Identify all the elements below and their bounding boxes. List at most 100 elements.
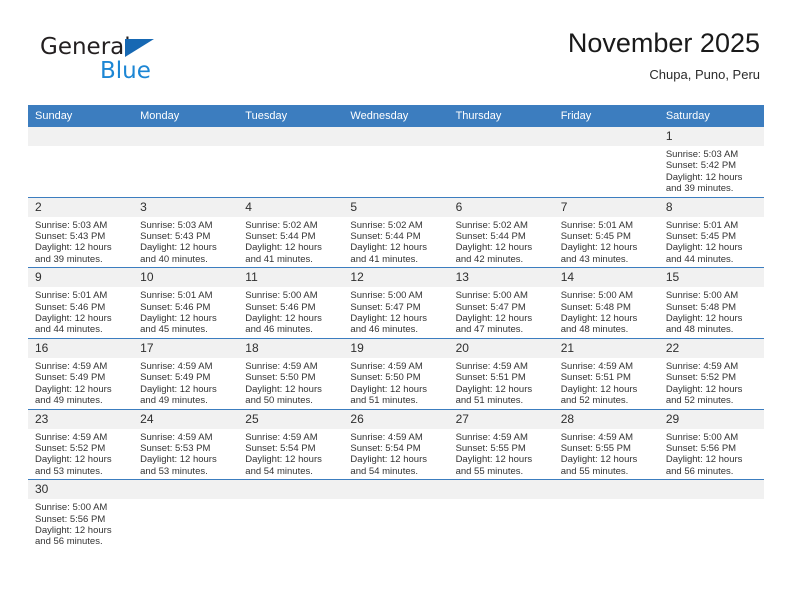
sunrise-text: Sunrise: 4:59 AM xyxy=(560,431,634,443)
calendar-cell-empty xyxy=(133,479,239,550)
calendar-day-cell[interactable]: 3 Sunrise: 5:03 AM Sunset: 5:43 PM Daylight… xyxy=(133,196,239,268)
calendar-day-cell[interactable]: 24 Sunrise: 4:59 AM Sunset: 5:53 PM Dayligh… xyxy=(133,408,239,480)
calendar-week-row: 23 Sunrise: 4:59 AM Sunset: 5:52 PM Dayligh… xyxy=(28,408,764,480)
calendar-day-cell[interactable]: 5 Sunrise: 5:02 AM Sunset: 5:44 PM Daylight… xyxy=(343,196,449,268)
day-number: 29 xyxy=(658,409,764,429)
calendar-day-cell[interactable]: 9 Sunrise: 5:01 AM Sunset: 5:46 PM Daylight… xyxy=(28,267,134,339)
brand-name-general: General xyxy=(40,34,131,60)
calendar-day-cell[interactable]: 1 Sunrise: 5:03 AM Sunset: 5:42 PM Daylight… xyxy=(658,127,764,198)
sunrise-text: Sunrise: 4:59 AM xyxy=(455,360,528,372)
day-details: Sunrise: 4:59 AM Sunset: 5:49 PM Daylight:… xyxy=(28,358,133,409)
sunset-text: Sunset: 5:47 PM xyxy=(350,301,421,313)
calendar-day-cell[interactable]: 4 Sunrise: 5:02 AM Sunset: 5:44 PM Daylight… xyxy=(238,196,344,268)
calendar-day-cell[interactable]: 6 Sunrise: 5:02 AM Sunset: 5:44 PM Daylight… xyxy=(448,196,554,268)
calendar-day-cell[interactable]: 10 Sunrise: 5:01 AM Sunset: 5:46 PM Dayligh… xyxy=(133,267,239,339)
daylight-text: Daylight: 12 hours and 55 minutes. xyxy=(455,454,533,477)
day-details: Sunrise: 4:59 AM Sunset: 5:51 PM Daylight:… xyxy=(554,358,659,409)
calendar-cell-empty xyxy=(133,127,239,198)
calendar-day-cell[interactable]: 27 Sunrise: 4:59 AM Sunset: 5:55 PM Dayligh… xyxy=(448,408,554,480)
calendar-day-cell[interactable]: 14 Sunrise: 5:00 AM Sunset: 5:48 PM Dayligh… xyxy=(553,267,659,339)
calendar-day-cell[interactable]: 8 Sunrise: 5:01 AM Sunset: 5:45 PM Daylight… xyxy=(658,196,764,268)
sunrise-text: Sunrise: 5:00 AM xyxy=(350,290,423,302)
calendar-cell-empty xyxy=(448,127,554,198)
calendar-day-cell[interactable]: 22 Sunrise: 4:59 AM Sunset: 5:52 PM Dayligh… xyxy=(658,337,764,409)
day-details: Sunrise: 5:03 AM Sunset: 5:43 PM Daylight:… xyxy=(28,217,133,268)
day-number: 18 xyxy=(238,338,344,358)
day-number: 22 xyxy=(658,338,764,358)
brand-logo[interactable]: General Blue xyxy=(40,34,260,96)
day-details: Sunrise: 5:03 AM Sunset: 5:42 PM Daylight:… xyxy=(659,146,764,197)
daylight-text: Daylight: 12 hours and 49 minutes. xyxy=(140,383,217,407)
sunrise-text: Sunrise: 4:59 AM xyxy=(560,360,634,372)
sunset-text: Sunset: 5:44 PM xyxy=(350,231,421,243)
sunrise-text: Sunrise: 5:01 AM xyxy=(560,219,634,231)
sunrise-text: Sunrise: 5:01 AM xyxy=(140,290,213,302)
day-details: Sunrise: 5:02 AM Sunset: 5:44 PM Daylight:… xyxy=(238,217,343,268)
brand-name-blue: Blue xyxy=(100,58,151,84)
calendar-cell-empty xyxy=(238,127,344,198)
daylight-text: Daylight: 12 hours and 51 minutes. xyxy=(350,383,427,407)
calendar-day-cell[interactable]: 26 Sunrise: 4:59 AM Sunset: 5:54 PM Dayligh… xyxy=(343,408,449,480)
calendar-week-row: 30 Sunrise: 5:00 AM Sunset: 5:56 PM Dayligh… xyxy=(28,479,764,550)
day-details: Sunrise: 5:02 AM Sunset: 5:44 PM Daylight:… xyxy=(343,217,448,268)
calendar-day-cell[interactable]: 23 Sunrise: 4:59 AM Sunset: 5:52 PM Dayligh… xyxy=(28,408,134,480)
day-details: Sunrise: 5:00 AM Sunset: 5:46 PM Daylight:… xyxy=(238,287,343,338)
calendar-day-cell[interactable]: 7 Sunrise: 5:01 AM Sunset: 5:45 PM Daylight… xyxy=(553,196,659,268)
weekday-header-wednesday: Wednesday xyxy=(343,105,449,127)
day-number xyxy=(448,480,554,500)
calendar-day-cell[interactable]: 17 Sunrise: 4:59 AM Sunset: 5:49 PM Dayligh… xyxy=(133,337,239,409)
day-details: Sunrise: 4:59 AM Sunset: 5:54 PM Daylight:… xyxy=(343,429,448,480)
daylight-text: Daylight: 12 hours and 56 minutes. xyxy=(35,524,112,548)
sunset-text: Sunset: 5:48 PM xyxy=(665,301,737,313)
calendar-day-cell[interactable]: 13 Sunrise: 5:00 AM Sunset: 5:47 PM Dayligh… xyxy=(448,267,554,339)
calendar-day-cell[interactable]: 16 Sunrise: 4:59 AM Sunset: 5:49 PM Dayligh… xyxy=(28,337,134,409)
weekday-header-friday: Friday xyxy=(553,105,659,127)
sunset-text: Sunset: 5:44 PM xyxy=(245,231,316,243)
day-details: Sunrise: 4:59 AM Sunset: 5:52 PM Daylight:… xyxy=(28,429,133,480)
calendar-cell-empty xyxy=(343,127,449,198)
day-number xyxy=(448,127,554,146)
calendar-day-cell[interactable]: 25 Sunrise: 4:59 AM Sunset: 5:54 PM Dayligh… xyxy=(238,408,344,480)
sunrise-text: Sunrise: 4:59 AM xyxy=(35,431,108,443)
sunset-text: Sunset: 5:53 PM xyxy=(140,442,211,454)
daylight-text: Daylight: 12 hours and 50 minutes. xyxy=(245,383,322,407)
calendar-cell-empty xyxy=(553,479,659,550)
day-details: Sunrise: 5:00 AM Sunset: 5:48 PM Daylight:… xyxy=(554,287,659,338)
calendar-day-cell[interactable]: 11 Sunrise: 5:00 AM Sunset: 5:46 PM Dayligh… xyxy=(238,267,344,339)
calendar-day-cell[interactable]: 29 Sunrise: 5:00 AM Sunset: 5:56 PM Dayligh… xyxy=(658,408,764,480)
daylight-text: Daylight: 12 hours and 54 minutes. xyxy=(245,454,322,477)
day-details: Sunrise: 5:00 AM Sunset: 5:56 PM Daylight:… xyxy=(28,499,133,550)
calendar-day-cell[interactable]: 15 Sunrise: 5:00 AM Sunset: 5:48 PM Dayligh… xyxy=(658,267,764,339)
day-number: 3 xyxy=(133,197,239,217)
day-details: Sunrise: 5:01 AM Sunset: 5:46 PM Daylight:… xyxy=(28,287,133,338)
calendar-day-cell[interactable]: 28 Sunrise: 4:59 AM Sunset: 5:55 PM Dayligh… xyxy=(553,408,659,480)
sunset-text: Sunset: 5:45 PM xyxy=(665,231,737,243)
day-number: 19 xyxy=(343,338,449,358)
sunrise-text: Sunrise: 5:00 AM xyxy=(665,290,739,302)
daylight-text: Daylight: 12 hours and 41 minutes. xyxy=(245,242,322,265)
page-header: General Blue November 2025 Chupa, Puno, … xyxy=(28,26,764,100)
day-number xyxy=(343,480,449,500)
day-number: 10 xyxy=(133,268,239,288)
calendar-day-cell[interactable]: 18 Sunrise: 4:59 AM Sunset: 5:50 PM Dayligh… xyxy=(238,337,344,409)
sunrise-text: Sunrise: 5:00 AM xyxy=(35,502,108,514)
calendar-day-cell[interactable]: 30 Sunrise: 5:00 AM Sunset: 5:56 PM Dayligh… xyxy=(28,479,134,550)
calendar-day-cell[interactable]: 21 Sunrise: 4:59 AM Sunset: 5:51 PM Dayligh… xyxy=(553,337,659,409)
day-details: Sunrise: 4:59 AM Sunset: 5:50 PM Daylight:… xyxy=(238,358,343,409)
calendar-week-row: 9 Sunrise: 5:01 AM Sunset: 5:46 PM Daylight… xyxy=(28,267,764,339)
calendar-cell-empty xyxy=(553,127,659,198)
day-number: 17 xyxy=(133,338,239,358)
calendar-day-cell[interactable]: 20 Sunrise: 4:59 AM Sunset: 5:51 PM Dayligh… xyxy=(448,337,554,409)
sunrise-text: Sunrise: 5:01 AM xyxy=(665,219,739,231)
calendar-day-cell[interactable]: 12 Sunrise: 5:00 AM Sunset: 5:47 PM Dayligh… xyxy=(343,267,449,339)
sunrise-text: Sunrise: 5:00 AM xyxy=(560,290,634,302)
day-number: 6 xyxy=(448,197,554,217)
calendar-day-cell[interactable]: 19 Sunrise: 4:59 AM Sunset: 5:50 PM Dayligh… xyxy=(343,337,449,409)
calendar-week-row: 2 Sunrise: 5:03 AM Sunset: 5:43 PM Daylight… xyxy=(28,196,764,268)
day-number: 28 xyxy=(553,409,659,429)
day-details: Sunrise: 5:01 AM Sunset: 5:46 PM Daylight:… xyxy=(133,287,238,338)
calendar-day-cell[interactable]: 2 Sunrise: 5:03 AM Sunset: 5:43 PM Daylight… xyxy=(28,196,134,268)
daylight-text: Daylight: 12 hours and 46 minutes. xyxy=(245,313,322,336)
day-details: Sunrise: 5:00 AM Sunset: 5:48 PM Daylight:… xyxy=(659,287,764,338)
daylight-text: Daylight: 12 hours and 56 minutes. xyxy=(665,454,743,477)
